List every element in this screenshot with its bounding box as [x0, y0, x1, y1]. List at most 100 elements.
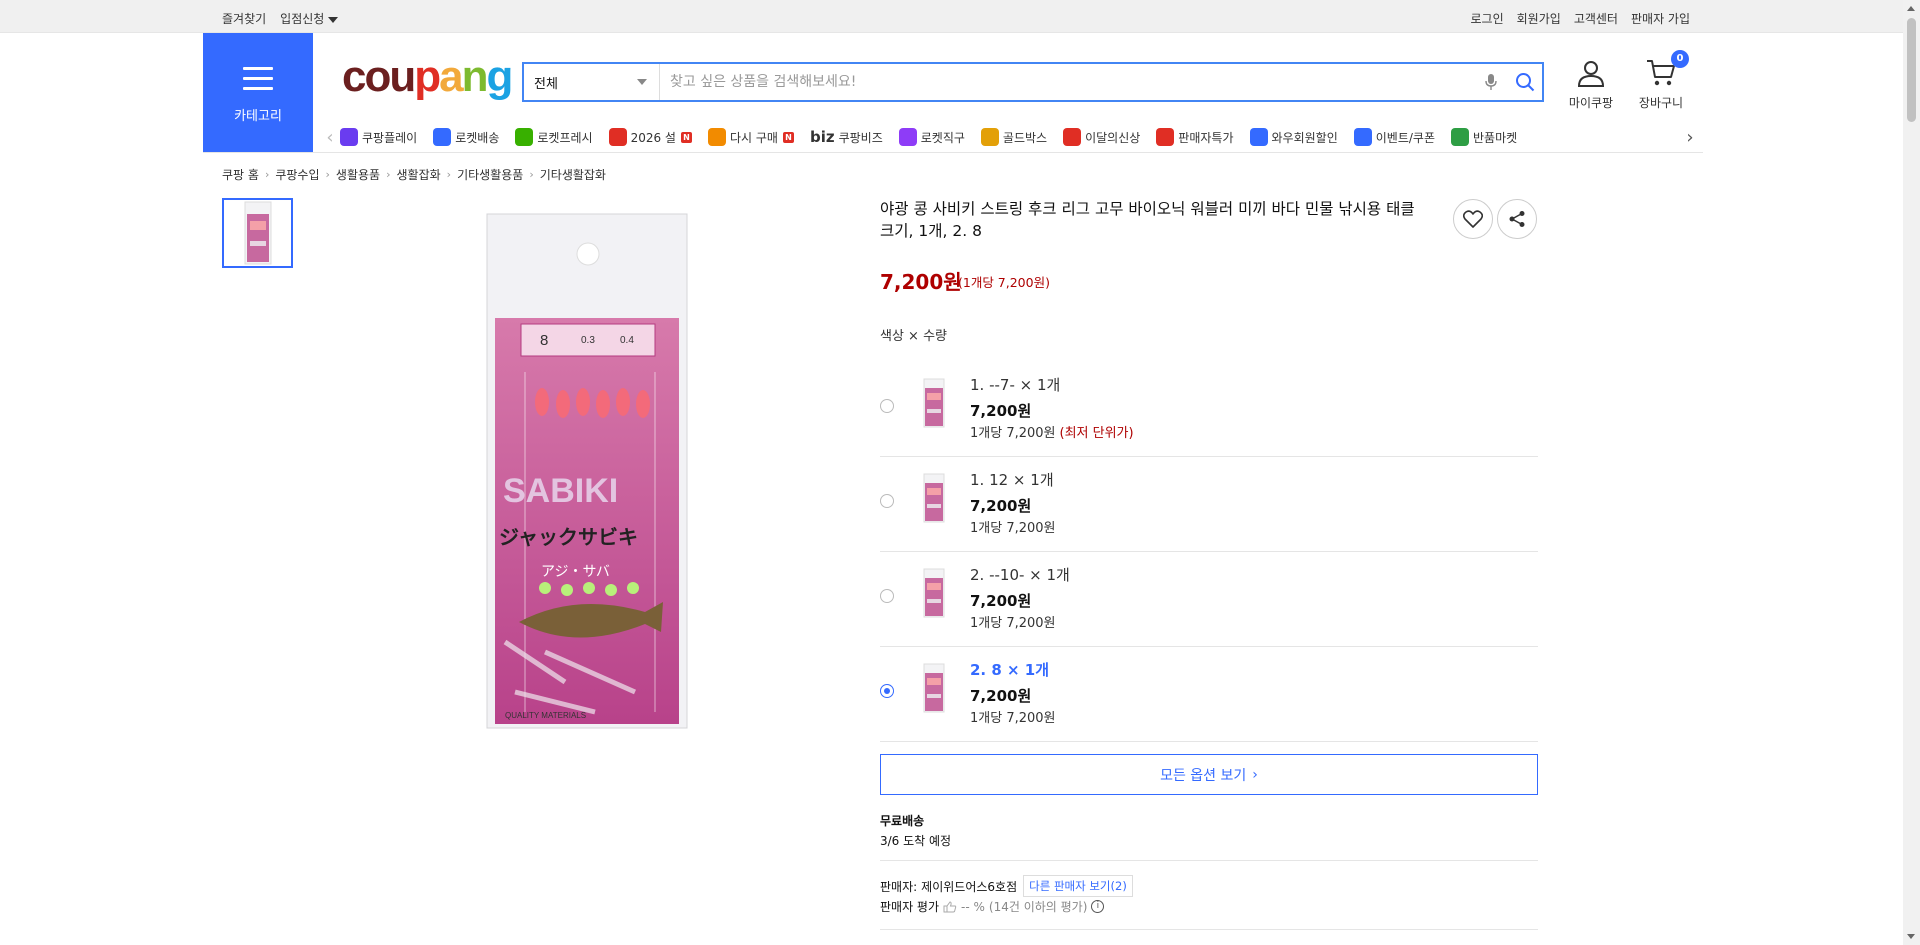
scroll-up-icon[interactable] — [1907, 6, 1915, 11]
share-button[interactable] — [1497, 199, 1537, 239]
percent-icon — [1156, 128, 1175, 146]
chevron-right-icon[interactable]: › — [1680, 127, 1700, 148]
chevron-right-icon: › — [1252, 766, 1258, 783]
divider — [880, 929, 1538, 930]
quick-nav-label: 2026 설 — [630, 130, 676, 145]
search-scope-select[interactable]: 전체 — [524, 64, 660, 100]
unit-price: (1개당 7,200원) — [958, 275, 1050, 290]
option-radio[interactable] — [880, 494, 894, 508]
logo-part: g — [486, 52, 514, 101]
option-item[interactable]: 2. 8 × 1개 7,200원 1개당 7,200원 — [880, 647, 1538, 742]
new-badge: N — [680, 131, 692, 143]
seller-name[interactable]: 제이위드어스6호점 — [921, 878, 1017, 895]
vertical-scrollbar[interactable] — [1903, 0, 1920, 945]
quick-nav-item[interactable]: 로켓배송 — [433, 128, 499, 146]
sale-price: 7,200원 — [880, 270, 962, 294]
breadcrumb-item[interactable]: 쿠팡수입 — [275, 166, 319, 183]
quick-nav-item[interactable]: 와우회원할인 — [1249, 128, 1338, 146]
coupang-logo[interactable]: coupang — [342, 52, 514, 101]
breadcrumb-item[interactable]: 생활잡화 — [397, 166, 441, 183]
mycoupang-label: 마이쿠팡 — [1568, 96, 1614, 110]
login-link[interactable]: 로그인 — [1471, 10, 1504, 27]
quick-nav-label: 로켓배송 — [455, 130, 500, 145]
logo-part: cou — [342, 52, 416, 101]
search-input[interactable] — [660, 64, 1474, 100]
favorite-button[interactable] — [1453, 199, 1493, 239]
option-item[interactable]: 2. --10- × 1개 7,200원 1개당 7,200원 — [880, 552, 1538, 647]
option-thumbnail — [923, 378, 945, 428]
product-thumbnail[interactable] — [222, 198, 293, 268]
breadcrumb-separator-icon: › — [529, 168, 534, 181]
option-unit-text: 1개당 7,200원 — [970, 711, 1056, 726]
option-unit-price: 1개당 7,200원 — [970, 612, 1056, 631]
logo-part: n — [461, 52, 489, 101]
option-radio[interactable] — [880, 684, 894, 698]
search-icon[interactable] — [1508, 65, 1542, 99]
wow-icon — [1249, 128, 1268, 146]
scroll-down-icon[interactable] — [1907, 934, 1915, 939]
partner-apply-link[interactable]: 입점신청 — [280, 10, 339, 27]
category-button[interactable]: 카테고리 — [203, 33, 313, 152]
chevron-left-icon[interactable]: ‹ — [320, 127, 340, 148]
seller-rating-label: 판매자 평가 — [880, 900, 940, 914]
return-market-icon — [1451, 128, 1469, 146]
divider — [880, 860, 1538, 861]
option-price: 7,200원 — [970, 497, 1032, 515]
info-icon[interactable]: i — [1091, 900, 1105, 913]
search-scope-value: 전체 — [534, 76, 558, 92]
caret-down-icon — [328, 16, 339, 23]
mycoupang-button[interactable]: 마이쿠팡 — [1563, 58, 1619, 111]
quick-nav-item[interactable]: 로켓직구 — [898, 128, 965, 146]
seller-rating-value: -- % — [961, 899, 985, 914]
cart-button[interactable]: 0 장바구니 — [1633, 50, 1689, 111]
option-price: 7,200원 — [970, 402, 1032, 420]
image-brand-text: SABIKI — [503, 472, 618, 510]
breadcrumb-item[interactable]: 쿠팡 홈 — [222, 166, 259, 183]
quick-nav-label: 다시 구매 — [729, 130, 778, 145]
quick-nav-item[interactable]: 다시 구매 N — [707, 128, 794, 146]
shipping-eta: 3/6 도착 예정 — [880, 834, 952, 848]
quick-nav-items: 쿠팡플레이 로켓배송 로켓프레시 2026 설 N 다시 구매 N biz 쿠팡비즈 로켓직구 골드… — [340, 128, 1680, 146]
product-main-image[interactable]: 8 0.3 0.4 SABIKI ジャックサビキ アジ・サバ QUALITY M… — [485, 212, 689, 730]
rocket-icon — [433, 128, 452, 146]
option-radio[interactable] — [880, 589, 894, 603]
seller-rating-note: (14건 이하의 평가) — [988, 900, 1088, 914]
option-thumbnail — [923, 473, 945, 523]
option-thumbnail — [923, 568, 945, 618]
quick-nav: ‹ 쿠팡플레이 로켓배송 로켓프레시 2026 설 N 다시 구매 N biz 쿠팡비즈 로켓직구… — [320, 122, 1700, 152]
quick-nav-item[interactable]: biz 쿠팡비즈 — [810, 128, 883, 146]
breadcrumb-item[interactable]: 기타생활잡화 — [540, 166, 606, 183]
all-options-button[interactable]: 모든 옵션 보기 › — [880, 754, 1538, 795]
category-label: 카테고리 — [234, 109, 282, 124]
option-item[interactable]: 1. 12 × 1개 7,200원 1개당 7,200원 — [880, 457, 1538, 552]
quick-nav-item[interactable]: 골드박스 — [980, 128, 1047, 146]
quick-nav-item[interactable]: 이벤트/쿠폰 — [1353, 128, 1435, 146]
option-name: 2. 8 × 1개 — [970, 661, 1050, 679]
quick-nav-item[interactable]: 이달의신상 — [1063, 128, 1140, 146]
breadcrumb-separator-icon: › — [386, 168, 391, 181]
play-icon — [340, 128, 358, 146]
share-icon — [1509, 211, 1525, 227]
gift-icon — [608, 128, 627, 146]
house-icon — [707, 128, 726, 146]
option-item[interactable]: 1. --7- × 1개 7,200원 1개당 7,200원 (최저 단위가) — [880, 362, 1538, 457]
seller-signup-link[interactable]: 판매자 가입 — [1631, 10, 1690, 27]
favorites-link[interactable]: 즐겨찾기 — [222, 10, 266, 27]
option-radio[interactable] — [880, 399, 894, 413]
breadcrumb-item[interactable]: 생활용품 — [336, 166, 380, 183]
breadcrumb-item[interactable]: 기타생활용품 — [457, 166, 523, 183]
signup-link[interactable]: 회원가입 — [1517, 10, 1561, 27]
logo-part: p — [414, 52, 441, 101]
quick-nav-item[interactable]: 2026 설 N — [608, 128, 692, 146]
breadcrumb: 쿠팡 홈 › 쿠팡수입 › 생활용품 › 생활잡화 › 기타생활용품 › 기타생활잡화 — [222, 166, 606, 183]
scrollbar-thumb[interactable] — [1907, 18, 1916, 122]
quick-nav-item[interactable]: 로켓프레시 — [515, 128, 593, 146]
microphone-icon[interactable] — [1474, 65, 1508, 99]
quick-nav-item[interactable]: 쿠팡플레이 — [340, 128, 417, 146]
quick-nav-item[interactable]: 반품마켓 — [1451, 128, 1517, 146]
quick-nav-item[interactable]: 판매자특가 — [1156, 128, 1234, 146]
product-thumbnail-image — [244, 201, 271, 265]
product-title: 야광 콩 사비키 스트링 후크 리그 고무 바이오닉 워블러 미끼 바다 민물 … — [880, 200, 1415, 240]
customer-center-link[interactable]: 고객센터 — [1574, 10, 1618, 27]
other-sellers-button[interactable]: 다른 판매자 보기(2) — [1023, 875, 1133, 897]
